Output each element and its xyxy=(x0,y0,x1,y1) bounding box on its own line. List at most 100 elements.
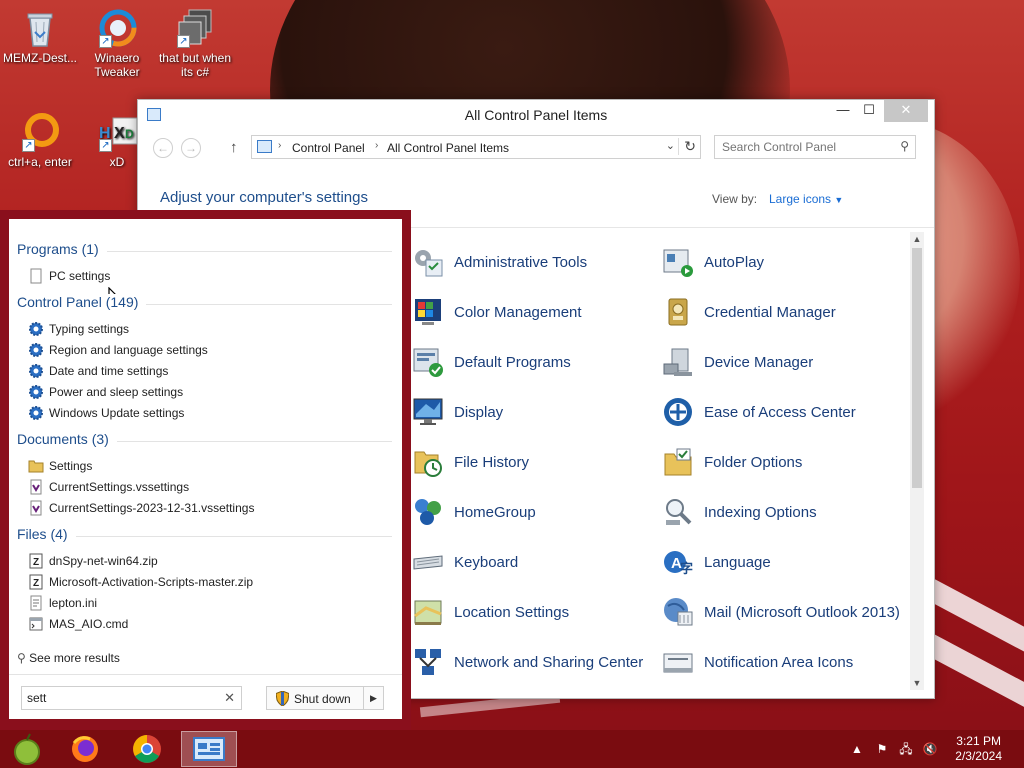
cp-item-credential-manager[interactable]: Credential Manager xyxy=(660,290,910,338)
cp-item-folder-options[interactable]: Folder Options xyxy=(660,440,910,488)
cp-item-label: Indexing Options xyxy=(704,504,817,521)
result-mas-aio-cmd[interactable]: MAS_AIO.cmd xyxy=(28,616,128,636)
group-title: Files (4) xyxy=(17,526,76,542)
desktop-icon-label: that but when its c# xyxy=(158,51,232,79)
cp-item-location-settings[interactable]: Location Settings xyxy=(410,590,660,638)
maximize-button[interactable]: ☐ xyxy=(856,100,882,122)
search-input[interactable] xyxy=(722,137,892,157)
gear-icon xyxy=(28,363,44,379)
clear-search-icon[interactable]: ✕ xyxy=(224,690,235,706)
shutdown-options-arrow-icon[interactable]: ▶ xyxy=(363,687,383,709)
result-dnspy-zip[interactable]: ZdnSpy-net-win64.zip xyxy=(28,553,158,573)
desktop-icon-winaero[interactable]: ↗ Winaero Tweaker xyxy=(77,8,157,79)
folder-icon xyxy=(28,458,44,474)
result-currentsettings-vssettings[interactable]: CurrentSettings.vssettings xyxy=(28,479,189,499)
breadcrumb-control-panel[interactable]: Control Panel xyxy=(292,141,365,155)
scroll-down-arrow-icon[interactable]: ▼ xyxy=(910,676,924,690)
view-by-dropdown[interactable]: Large icons ▼ xyxy=(769,192,843,206)
firefox-icon xyxy=(72,736,98,762)
cp-item-label: Folder Options xyxy=(704,454,803,471)
up-arrow-icon[interactable]: ↑ xyxy=(230,139,238,156)
search-box[interactable]: ⚲ xyxy=(714,135,916,159)
scroll-up-arrow-icon[interactable]: ▲ xyxy=(910,232,924,246)
language-icon: A字 xyxy=(664,551,693,576)
start-search-input[interactable] xyxy=(27,688,207,708)
forward-arrow-icon[interactable]: → xyxy=(181,138,201,158)
result-label: Date and time settings xyxy=(49,364,169,378)
taskbar-control-panel[interactable] xyxy=(181,731,237,767)
cp-item-default-programs[interactable]: Default Programs xyxy=(410,340,660,388)
search-icon[interactable]: ⚲ xyxy=(900,139,909,153)
result-lepton-ini[interactable]: lepton.ini xyxy=(28,595,97,615)
desktop-icon-label: MEMZ-Dest... xyxy=(3,51,77,65)
scrollbar-thumb[interactable] xyxy=(912,248,922,488)
network-icon[interactable]: 🖧 xyxy=(898,741,914,757)
cp-item-label: File History xyxy=(454,454,530,471)
vertical-scrollbar[interactable]: ▲ ▼ xyxy=(910,232,924,690)
zip-file-icon: Z xyxy=(28,574,44,590)
breadcrumb-all-items[interactable]: All Control Panel Items xyxy=(387,141,509,155)
breadcrumb-chevron-icon[interactable]: › xyxy=(375,140,378,151)
taskbar-firefox[interactable] xyxy=(58,731,114,767)
results-group-programs[interactable]: Programs (1) xyxy=(17,241,392,261)
taskbar-fruit-app[interactable] xyxy=(0,731,56,767)
shutdown-button[interactable]: Shut down ▶ xyxy=(266,686,384,710)
volume-muted-icon[interactable]: 🔇 xyxy=(922,741,938,757)
window-titlebar[interactable]: All Control Panel Items — ☐ ✕ xyxy=(138,100,934,130)
credential-manager-icon xyxy=(668,298,688,326)
cp-item-notification-area[interactable]: Notification Area Icons xyxy=(660,640,910,688)
result-date-time-settings[interactable]: Date and time settings xyxy=(28,363,168,383)
cp-item-network-sharing[interactable]: Network and Sharing Center xyxy=(410,640,660,688)
taskbar-chrome[interactable] xyxy=(120,731,176,767)
result-region-language-settings[interactable]: Region and language settings xyxy=(28,342,208,362)
cp-item-ease-of-access[interactable]: Ease of Access Center xyxy=(660,390,910,438)
result-power-sleep-settings[interactable]: Power and sleep settings xyxy=(28,384,183,404)
desktop-icon-that-but-when[interactable]: ↗ that but when its c# xyxy=(155,8,235,79)
cp-item-display[interactable]: Display xyxy=(410,390,660,438)
back-arrow-icon[interactable]: ← xyxy=(153,138,173,158)
result-currentsettings-2023-vssettings[interactable]: CurrentSettings-2023-12-31.vssettings xyxy=(28,500,254,520)
cp-item-administrative-tools[interactable]: Administrative Tools xyxy=(410,240,660,288)
desktop-icon-memz[interactable]: MEMZ-Dest... xyxy=(0,8,80,65)
cp-item-indexing-options[interactable]: Indexing Options xyxy=(660,490,910,538)
hxd-icon: X D H ↗ xyxy=(97,112,138,152)
refresh-icon[interactable]: ↻ xyxy=(678,138,696,155)
result-label: Microsoft-Activation-Scripts-master.zip xyxy=(49,575,254,589)
start-search-box[interactable]: ✕ xyxy=(21,686,242,710)
result-label: PC settings xyxy=(49,269,111,283)
results-group-control-panel[interactable]: Control Panel (149) xyxy=(17,294,392,314)
administrative-tools-icon xyxy=(415,250,443,277)
see-more-results-link[interactable]: ⚲ See more results xyxy=(17,651,120,665)
results-group-documents[interactable]: Documents (3) xyxy=(17,431,392,451)
address-bar[interactable]: › Control Panel › All Control Panel Item… xyxy=(251,135,701,159)
svg-text:字: 字 xyxy=(680,561,693,576)
system-clock[interactable]: 3:21 PM 2/3/2024 xyxy=(955,734,1002,764)
cp-item-mail[interactable]: Mail (Microsoft Outlook 2013) xyxy=(660,590,910,638)
cp-item-file-history[interactable]: File History xyxy=(410,440,660,488)
show-hidden-icons[interactable]: ▲ xyxy=(849,741,865,757)
desktop-icon-label: Winaero Tweaker xyxy=(94,51,140,79)
action-center-flag-icon[interactable]: ⚑ xyxy=(874,741,890,757)
shortcut-arrow-icon: ↗ xyxy=(177,35,190,48)
breadcrumb-chevron-icon[interactable]: › xyxy=(278,140,281,151)
cp-item-label: Network and Sharing Center xyxy=(454,654,644,671)
result-pc-settings[interactable]: PC settings xyxy=(28,268,110,288)
cp-item-language[interactable]: A字 Language xyxy=(660,540,910,588)
desktop-icon-ctrl-a-enter[interactable]: ↗ ctrl+a, enter xyxy=(0,112,80,169)
page-heading: Adjust your computer's settings xyxy=(160,189,368,206)
cp-item-device-manager[interactable]: Device Manager xyxy=(660,340,910,388)
mail-icon xyxy=(664,598,693,626)
result-settings-folder[interactable]: Settings xyxy=(28,458,92,478)
minimize-button[interactable]: — xyxy=(830,100,856,122)
result-typing-settings[interactable]: Typing settings xyxy=(28,321,129,341)
close-button[interactable]: ✕ xyxy=(884,100,928,122)
result-mas-master-zip[interactable]: Z Microsoft-Activation-Scripts-master.zip xyxy=(28,574,253,594)
control-panel-items-grid: Administrative Tools AutoPlay Color Mana… xyxy=(410,240,910,690)
cp-item-keyboard[interactable]: Keyboard xyxy=(410,540,660,588)
cp-item-autoplay[interactable]: AutoPlay xyxy=(660,240,910,288)
results-group-files[interactable]: Files (4) xyxy=(17,526,392,546)
cp-item-homegroup[interactable]: HomeGroup xyxy=(410,490,660,538)
chevron-down-icon[interactable]: ⌄ xyxy=(666,139,675,152)
cp-item-color-management[interactable]: Color Management xyxy=(410,290,660,338)
result-windows-update-settings[interactable]: Windows Update settings xyxy=(28,405,184,425)
